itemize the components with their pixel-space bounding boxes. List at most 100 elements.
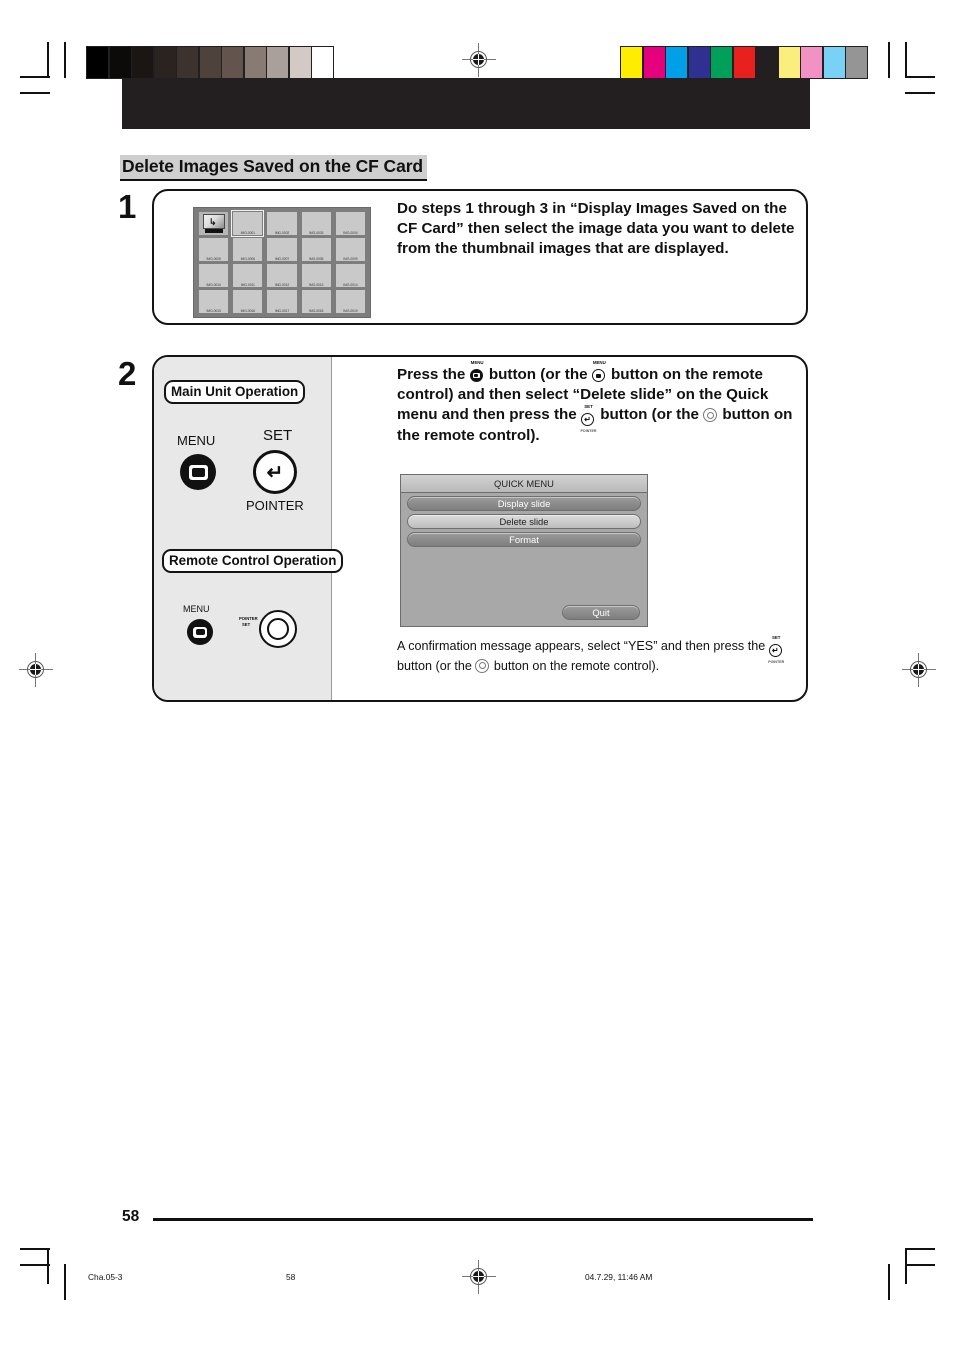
crop-mark-top-right-v — [905, 42, 907, 78]
color-swatch — [733, 47, 755, 78]
registration-mark-top — [462, 43, 496, 77]
thumbnail-item[interactable]: IMG-0008 — [301, 238, 331, 261]
header-black-band — [122, 78, 810, 129]
color-swatch — [846, 47, 867, 78]
color-swatch — [801, 47, 822, 78]
thumbnail-up-directory[interactable]: ↳ — [199, 212, 229, 235]
thumbnail-item[interactable]: IMG-0009 — [335, 238, 366, 261]
thumbnail-item[interactable]: IMG-0015 — [199, 290, 229, 313]
menu-glyph-caption: MENU — [470, 360, 484, 365]
main-unit-menu-button[interactable] — [180, 454, 216, 490]
thumbnail-item[interactable]: IMG-0005 — [199, 238, 229, 261]
step-2-panel: Main Unit Operation MENU SET ↵ POINTER R… — [152, 355, 808, 702]
thumbnail-item[interactable]: IMG-0002 — [267, 212, 297, 235]
crop-mark-bottom-left-h — [20, 1248, 50, 1250]
instruction-part-4: button (or the — [600, 406, 699, 424]
enter-arrow-icon: ↵ — [266, 461, 284, 484]
ring-icon — [267, 618, 289, 640]
remote-pointer-caption: POINTER — [239, 616, 258, 621]
thumbnail-screen: ↳ IMG-0001 IMG-0002 IMG-0003 IMG-0004 IM… — [193, 207, 371, 318]
icon-base — [205, 229, 223, 233]
grayscale-swatch — [132, 47, 153, 78]
thumbnail-item[interactable]: IMG-0014 — [335, 264, 366, 287]
device-operation-panel: Main Unit Operation MENU SET ↵ POINTER R… — [154, 357, 344, 700]
quick-menu-item-format[interactable]: Format — [407, 532, 641, 547]
main-pointer-caption: POINTER — [246, 498, 304, 513]
crop-mark-top-left-h — [20, 76, 50, 78]
thumbnail-item[interactable]: IMG-0006 — [233, 238, 263, 261]
color-swatch — [666, 47, 687, 78]
thumbnail-row: ↳ IMG-0001 IMG-0002 IMG-0003 IMG-0004 — [199, 210, 366, 237]
quick-menu-item-display-slide[interactable]: Display slide — [407, 496, 641, 511]
crop-mark-bottom-right-v — [905, 1248, 907, 1284]
thumbnail-item[interactable]: IMG-0010 — [199, 264, 229, 287]
thumbnail-row: IMG-0005 IMG-0006 IMG-0007 IMG-0008 IMG-… — [199, 238, 366, 261]
thumbnail-item[interactable]: IMG-0004 — [335, 212, 366, 235]
quick-menu-osd: QUICK MENU Display slide Delete slide Fo… — [400, 474, 648, 627]
color-swatch — [823, 47, 845, 78]
note-part-2: button (or the — [397, 659, 472, 673]
crop-mark-bottom-left-h2 — [20, 1264, 50, 1266]
crop-mark-bottom-right-h — [905, 1248, 935, 1250]
thumbnail-label: IMG-0004 — [343, 230, 358, 235]
color-swatch — [711, 47, 732, 78]
folder-up-icon: ↳ — [203, 214, 225, 229]
color-control-bars — [620, 46, 868, 79]
thumbnail-label: IMG-0019 — [343, 308, 358, 313]
thumbnail-item[interactable]: IMG-0012 — [267, 264, 297, 287]
thumbnail-item[interactable]: IMG-0001 — [231, 210, 265, 237]
thumbnail-row: IMG-0015 IMG-0016 IMG-0017 IMG-0018 IMG-… — [199, 290, 366, 313]
grayscale-swatch — [177, 47, 198, 78]
remote-ring-button-icon — [703, 408, 718, 423]
thumbnail-label: IMG-0003 — [309, 230, 324, 235]
step-number-2: 2 — [118, 355, 137, 392]
thumbnail-item[interactable]: IMG-0013 — [301, 264, 331, 287]
thumbnail-label: IMG-0015 — [206, 308, 221, 313]
thumbnail-label: IMG-0008 — [309, 256, 324, 261]
thumbnail-label: IMG-0010 — [206, 282, 221, 287]
crop-mark-bottom-left-v — [47, 1248, 49, 1284]
thumbnail-item[interactable]: IMG-0007 — [267, 238, 297, 261]
thumbnail-label: IMG-0013 — [309, 282, 324, 287]
up-arrow-glyph: ↳ — [209, 217, 217, 227]
crop-mark-top-left-v — [47, 42, 49, 78]
registration-mark-bottom — [462, 1260, 496, 1294]
quick-menu-quit-button[interactable]: Quit — [562, 605, 640, 620]
color-swatch — [643, 47, 665, 78]
set-glyph-caption: SET — [771, 635, 781, 640]
thumbnail-item[interactable]: IMG-0019 — [335, 290, 366, 313]
pointer-glyph-caption: POINTER — [768, 660, 785, 664]
thumbnail-item[interactable]: IMG-0011 — [233, 264, 263, 287]
thumbnail-item[interactable]: IMG-0016 — [233, 290, 263, 313]
remote-ring-button-icon — [475, 659, 490, 673]
remote-pointer-set-button[interactable] — [259, 610, 297, 648]
step-1-instruction: Do steps 1 through 3 in “Display Images … — [397, 200, 795, 257]
step-number-1: 1 — [118, 188, 137, 225]
crop-mark-top-left-v2 — [64, 42, 66, 78]
remote-menu-caption: MENU — [183, 604, 210, 614]
color-swatch — [756, 47, 777, 78]
remote-menu-button[interactable] — [187, 619, 213, 645]
registration-mark-right — [902, 653, 936, 687]
grayscale-step-wedge — [86, 46, 334, 79]
thumbnail-label: IMG-0018 — [309, 308, 324, 313]
quick-menu-item-delete-slide[interactable]: Delete slide — [407, 514, 641, 529]
crop-mark-bottom-left-v2 — [64, 1264, 66, 1300]
thumbnail-label: IMG-0012 — [274, 282, 290, 287]
pointer-glyph-caption: POINTER — [580, 429, 597, 434]
set-button-icon: SET ↵ POINTER — [768, 635, 785, 664]
thumbnail-item[interactable]: IMG-0003 — [301, 212, 331, 235]
thumbnail-label: IMG-0017 — [274, 308, 290, 313]
grayscale-swatch — [222, 47, 243, 78]
main-menu-caption: MENU — [177, 433, 216, 448]
thumbnail-label: IMG-0014 — [343, 282, 358, 287]
crop-mark-bottom-right-h2 — [905, 1264, 935, 1266]
crop-mark-top-right-h2 — [905, 92, 935, 94]
color-swatch — [688, 47, 710, 78]
menu-button-icon: MENU — [469, 360, 485, 382]
crop-mark-top-right-h — [905, 76, 935, 78]
thumbnail-label: IMG-0006 — [240, 256, 255, 261]
main-unit-set-button[interactable]: ↵ — [253, 450, 297, 494]
thumbnail-item[interactable]: IMG-0018 — [301, 290, 331, 313]
thumbnail-item[interactable]: IMG-0017 — [267, 290, 297, 313]
